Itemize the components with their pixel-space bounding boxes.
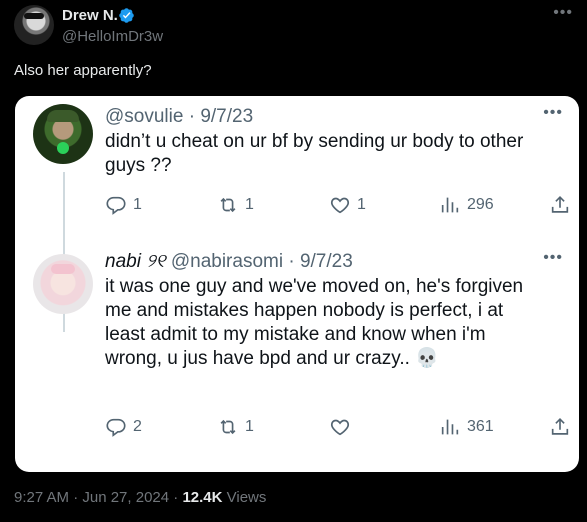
reply-1-repost-count: 1 bbox=[245, 196, 254, 213]
post-footer: 9:27 AM · Jun 27, 2024 · 12.4K Views bbox=[14, 489, 266, 506]
reply-1-view-count: 296 bbox=[467, 196, 494, 213]
more-icon[interactable]: ••• bbox=[553, 4, 573, 22]
reply-1-actions: 1 1 1 296 bbox=[105, 192, 569, 218]
reply-1-repost-button[interactable]: 1 bbox=[217, 192, 254, 218]
like-icon bbox=[330, 419, 350, 436]
reply-2-reply-button[interactable]: 2 bbox=[105, 414, 142, 440]
verified-badge-icon bbox=[119, 8, 134, 23]
reply-2-repost-count: 1 bbox=[245, 418, 254, 435]
embedded-screenshot: @sovulie · 9/7/23 ••• didn’t u cheat on … bbox=[15, 96, 579, 472]
repost-icon bbox=[220, 197, 236, 213]
share-icon bbox=[551, 418, 569, 435]
post-header: Drew N. @HelloImDr3w ••• bbox=[12, 4, 575, 48]
reply-1-reply-count: 1 bbox=[133, 196, 142, 213]
reply-2-views-button[interactable]: 361 bbox=[439, 414, 494, 440]
reply-1-meta: @sovulie · 9/7/23 bbox=[105, 106, 253, 128]
reply-1-text: didn’t u cheat on ur bf by sending ur bo… bbox=[105, 131, 524, 176]
reply-1-like-count: 1 bbox=[357, 196, 366, 213]
post-timestamp[interactable]: 9:27 AM · Jun 27, 2024 · bbox=[14, 489, 182, 506]
reply-icon bbox=[106, 418, 126, 437]
reply-2-view-count: 361 bbox=[467, 418, 494, 435]
reply-2-reply-count: 2 bbox=[133, 418, 142, 435]
reply-2-display-name[interactable]: nabi ୨୧ bbox=[105, 251, 166, 272]
author-handle[interactable]: @HelloImDr3w bbox=[62, 28, 163, 45]
author-name[interactable]: Drew N. bbox=[62, 7, 118, 24]
reply-2-text: it was one guy and we've moved on, he's … bbox=[105, 276, 524, 369]
author-avatar[interactable] bbox=[14, 5, 54, 45]
reply-2-actions: 2 1 361 bbox=[105, 414, 569, 440]
reply-2-repost-button[interactable]: 1 bbox=[217, 414, 254, 440]
reply-1-avatar[interactable] bbox=[33, 104, 93, 164]
reply-2-handle[interactable]: @nabirasomi bbox=[171, 251, 283, 272]
reply-1-share-button[interactable] bbox=[549, 192, 577, 218]
reply-1-like-button[interactable]: 1 bbox=[329, 192, 366, 218]
reply-2-avatar[interactable] bbox=[33, 254, 93, 314]
post-views-count: 12.4K bbox=[182, 489, 223, 506]
views-icon bbox=[441, 197, 459, 213]
share-icon bbox=[551, 196, 569, 213]
views-icon bbox=[441, 419, 459, 435]
reply-1-date: · 9/7/23 bbox=[188, 106, 254, 127]
reply-2-more-icon[interactable]: ••• bbox=[543, 249, 563, 267]
reply-icon bbox=[106, 196, 126, 215]
post-views-label: Views bbox=[222, 489, 267, 506]
reply-2-date: · 9/7/23 bbox=[288, 251, 353, 272]
like-icon bbox=[330, 197, 350, 214]
reply-1-views-button[interactable]: 296 bbox=[439, 192, 494, 218]
reply-1-handle[interactable]: @sovulie bbox=[105, 106, 183, 127]
reply-2-like-button[interactable] bbox=[329, 414, 357, 440]
post-text: Also her apparently? bbox=[14, 62, 152, 79]
reply-1-reply-button[interactable]: 1 bbox=[105, 192, 142, 218]
reply-2-share-button[interactable] bbox=[549, 414, 577, 440]
repost-icon bbox=[220, 419, 236, 435]
reply-1-more-icon[interactable]: ••• bbox=[543, 104, 563, 122]
reply-2-meta: nabi ୨୧ @nabirasomi · 9/7/23 bbox=[105, 251, 353, 273]
